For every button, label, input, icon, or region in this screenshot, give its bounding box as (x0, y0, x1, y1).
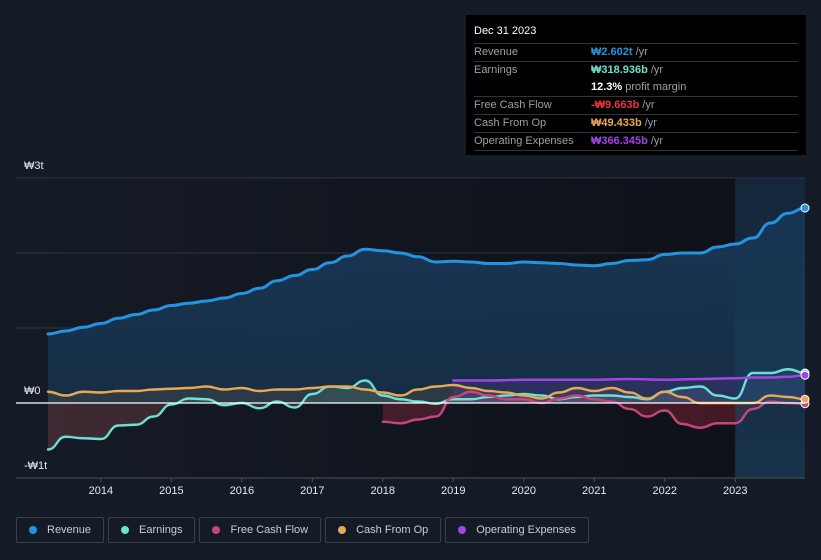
revenue-end-marker (800, 203, 810, 213)
tooltip-row-label: Earnings (474, 64, 518, 76)
tooltip-row: Revenue ₩2.602t/yr (474, 44, 798, 62)
tooltip-row: Cash From Op ₩49.433b/yr (474, 115, 798, 133)
cash-from-op-end-marker (800, 394, 810, 404)
tooltip-row-label: Free Cash Flow (474, 99, 552, 111)
y-tick-label: -₩1t (24, 460, 48, 472)
legend-item-operating-expenses[interactable]: Operating Expenses (445, 517, 589, 543)
tooltip-row-label: Operating Expenses (474, 135, 574, 147)
tooltip-row-label: Revenue (474, 46, 519, 58)
x-tick-label: 2020 (511, 485, 537, 497)
legend-dot-icon (121, 526, 130, 534)
x-tick-label: 2023 (722, 485, 748, 497)
x-tick-label: 2017 (300, 485, 325, 497)
x-tick-label: 2022 (652, 485, 677, 497)
x-tick-label: 2018 (370, 485, 396, 497)
x-tick-label: 2014 (88, 485, 114, 497)
tooltip-row-value: ₩366.345b (591, 135, 648, 147)
legend-item-revenue[interactable]: Revenue (16, 517, 105, 543)
tooltip-row-unit: /yr (650, 64, 664, 76)
tooltip-row-value: ₩2.602t (591, 46, 633, 58)
tooltip-date: Dec 31 2023 (474, 23, 798, 44)
tooltip-row: Earnings ₩318.936b/yr (474, 62, 798, 79)
tooltip-row: Free Cash Flow -₩9.663b/yr (474, 97, 798, 115)
legend-dot-icon (338, 526, 347, 534)
tooltip-row-value: ₩318.936b (591, 64, 648, 76)
tooltip-row-unit: /yr (650, 135, 664, 147)
legend-label: Cash From Op (356, 524, 429, 536)
tooltip-row-label: Cash From Op (474, 117, 547, 129)
tooltip-row-label (474, 79, 591, 96)
tooltip-row-unit: /yr (644, 117, 657, 129)
tooltip-row-value: -₩9.663b (591, 99, 640, 111)
legend-item-free-cash-flow[interactable]: Free Cash Flow (199, 517, 322, 543)
x-tick-label: 2015 (159, 485, 184, 497)
tooltip-row: Operating Expenses ₩366.345b/yr (474, 133, 798, 151)
legend-label: Revenue (47, 524, 92, 536)
legend-label: Free Cash Flow (230, 524, 309, 536)
legend-dot-icon (29, 526, 37, 534)
tooltip-row-unit: /yr (642, 99, 655, 111)
tooltip-row-unit: profit margin (625, 81, 687, 93)
tooltip-row-unit: /yr (635, 46, 648, 58)
tooltip-row: 12.3% profit margin (474, 79, 798, 97)
legend-dot-icon (212, 526, 221, 534)
tooltip-panel: Dec 31 2023 Revenue ₩2.602t/yr Earnings ₩31… (466, 15, 806, 155)
legend-label: Earnings (139, 524, 183, 536)
x-tick-label: 2019 (441, 485, 466, 497)
legend-dot-icon (458, 526, 467, 534)
legend: Revenue Earnings Free Cash Flow Cash From O… (16, 517, 589, 543)
y-tick-label: ₩3t (24, 160, 44, 172)
x-tick-label: 2016 (229, 485, 255, 497)
tooltip-row-value: 12.3% (591, 81, 623, 93)
legend-item-cash-from-op[interactable]: Cash From Op (325, 517, 442, 543)
tooltip-row-value: ₩49.433b (591, 117, 642, 129)
operating-expenses-end-marker (800, 370, 810, 380)
legend-label: Operating Expenses (476, 524, 576, 536)
y-tick-label: ₩0 (24, 385, 41, 397)
x-tick-label: 2021 (582, 485, 607, 497)
legend-item-earnings[interactable]: Earnings (108, 517, 196, 543)
